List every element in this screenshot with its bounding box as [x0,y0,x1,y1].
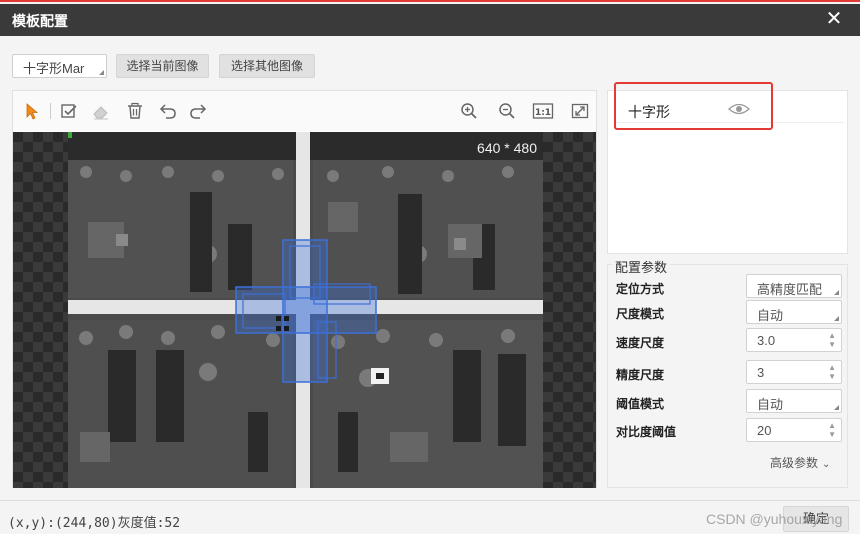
param-label-threshold-mode: 阈值模式 [616,397,665,411]
dialog-title: 模板配置 [12,13,68,29]
speed-scale-value: 3.0 [757,333,776,348]
checkbox-edit-icon[interactable] [59,101,79,121]
status-bar: (x,y):(244,80)灰度值:52 确定 CSDN @yuhouxiyan… [0,500,860,534]
positioning-mode-value: 高精度匹配 [757,282,823,297]
dropdown-corner-icon [99,70,104,75]
fit-window-icon[interactable] [570,101,590,121]
precision-scale-spinner[interactable]: 3 ▲ ▼ [746,360,842,384]
contrast-threshold-value: 20 [757,423,772,438]
ok-button[interactable]: 确定 [783,506,849,532]
pointer-icon[interactable] [22,101,42,121]
close-icon[interactable]: ✕ [824,8,844,30]
spinner-arrows-icon[interactable]: ▲ ▼ [828,331,836,349]
toolbar-separator [50,103,51,119]
param-label-scale-mode: 尺度模式 [616,307,665,321]
camera-image[interactable]: 640 * 480 [68,132,543,488]
annotation-highlight-box [614,82,773,130]
dropdown-corner-icon [834,290,839,295]
select-other-image-button[interactable]: 选择其他图像 [219,54,315,78]
dropdown-corner-icon [834,316,839,321]
title-bar: 模板配置 ✕ [0,4,860,36]
config-params-title: 配置参数 [612,257,671,276]
threshold-mode-value: 自动 [757,397,784,412]
image-size-label: 640 * 480 [477,140,537,156]
precision-scale-value: 3 [757,365,765,380]
speed-scale-spinner[interactable]: 3.0 ▲ ▼ [746,328,842,352]
undo-icon[interactable] [158,101,178,121]
chip-image-drawing [68,132,543,488]
zoom-in-icon[interactable] [459,101,479,121]
advanced-params-toggle[interactable]: 高级参数 ⌄ [770,454,830,471]
cursor-coords-readout: (x,y):(244,80)灰度值:52 [8,516,181,531]
param-label-positioning: 定位方式 [616,282,665,296]
trash-icon[interactable] [125,101,145,121]
template-config-dialog: 模板配置 ✕ 十字形Mar 选择当前图像 选择其他图像 1:1 640 * 48… [0,0,860,534]
scale-mode-value: 自动 [757,308,784,323]
threshold-mode-select[interactable]: 自动 [746,389,842,413]
scale-mode-select[interactable]: 自动 [746,300,842,324]
template-type-value: 十字形Mar [23,61,85,76]
advanced-params-label: 高级参数 [770,456,819,470]
param-label-speed-scale: 速度尺度 [616,336,665,350]
canvas-panel: 1:1 640 * 480 [12,90,597,488]
eraser-icon[interactable] [91,101,111,121]
param-label-contrast-threshold: 对比度阈值 [616,425,677,439]
spinner-arrows-icon[interactable]: ▲ ▼ [828,363,836,381]
image-viewport[interactable]: 640 * 480 [13,132,596,488]
zoom-out-icon[interactable] [497,101,517,121]
param-label-precision-scale: 精度尺度 [616,368,665,382]
chevron-down-icon: ⌄ [822,459,831,470]
redo-icon[interactable] [188,101,208,121]
template-type-combo[interactable]: 十字形Mar [12,54,107,78]
positioning-mode-select[interactable]: 高精度匹配 [746,274,842,298]
spinner-arrows-icon[interactable]: ▲ ▼ [828,421,836,439]
contrast-threshold-spinner[interactable]: 20 ▲ ▼ [746,418,842,442]
select-current-image-button[interactable]: 选择当前图像 [116,54,209,78]
dropdown-corner-icon [834,405,839,410]
actual-size-icon[interactable]: 1:1 [532,101,554,121]
canvas-toolbar: 1:1 [13,91,596,131]
actual-size-label: 1:1 [535,108,551,118]
